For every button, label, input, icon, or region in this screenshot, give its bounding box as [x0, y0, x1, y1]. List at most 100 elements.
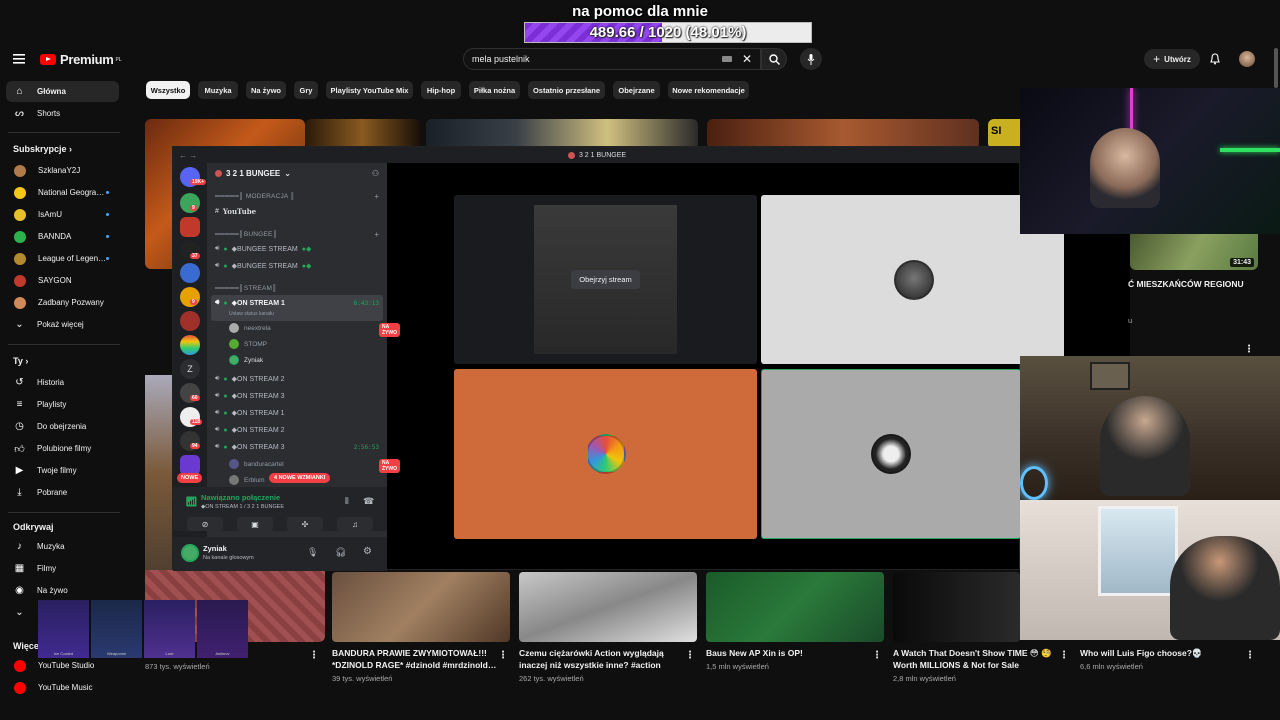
more-options-icon[interactable]: ⋮: [685, 650, 695, 661]
signal-icon[interactable]: 📶︎: [185, 497, 198, 508]
page-scrollbar[interactable]: [1274, 48, 1278, 88]
set-channel-status[interactable]: Ustaw status kanału: [229, 311, 274, 317]
voice-channel[interactable]: 🔊︎ ● ◆ON STREAM 2: [215, 426, 285, 434]
chip-new-recommendations[interactable]: Nowe rekomendacje: [668, 81, 749, 99]
server-icon[interactable]: Z: [180, 359, 200, 379]
sidebar-item-shorts[interactable]: ᔕ Shorts: [6, 103, 119, 124]
chip-recent[interactable]: Ostatnio przesłane: [528, 81, 605, 99]
chip-hiphop[interactable]: Hip-hop: [421, 81, 461, 99]
keyboard-icon[interactable]: [722, 56, 732, 62]
video-thumbnail[interactable]: [332, 572, 510, 642]
clear-icon[interactable]: ✕: [742, 52, 752, 66]
voice-user[interactable]: Zyniak: [229, 355, 263, 365]
sidebar-sub-item[interactable]: SzklanaY2J: [6, 160, 119, 181]
video-title[interactable]: Ć MIESZKAŃCÓW REGIONU: [1128, 278, 1244, 290]
sidebar-item-music[interactable]: ♪ Muzyka: [6, 536, 119, 557]
sidebar-item-home[interactable]: ⌂ Główna: [6, 81, 119, 102]
chip-all[interactable]: Wszystko: [146, 81, 190, 99]
sidebar-item-music-app[interactable]: YouTube Music: [6, 677, 119, 698]
sidebar-item-films[interactable]: ▦ Filmy: [6, 558, 119, 579]
search-button[interactable]: [761, 48, 787, 70]
voice-user[interactable]: neextrela: [229, 323, 271, 333]
chip-games[interactable]: Gry: [294, 81, 318, 99]
more-options-icon[interactable]: ⋮: [498, 650, 508, 661]
create-button[interactable]: + Utwórz: [1144, 49, 1200, 69]
watch-stream-button[interactable]: Obejrzyj stream: [571, 270, 640, 289]
chip-live[interactable]: Na żywo: [246, 81, 286, 99]
sidebar-sub-item[interactable]: National Geogra…: [6, 182, 119, 203]
category-stream[interactable]: ═════║STREAM║: [215, 285, 277, 292]
sidebar-item-downloads[interactable]: ⤓ Pobrane: [6, 482, 119, 503]
voice-user[interactable]: banduracartel: [229, 459, 284, 469]
sidebar-item-studio[interactable]: YouTube Studio: [6, 655, 119, 676]
sidebar-item-history[interactable]: ↺ Historia: [6, 372, 119, 393]
sidebar-sub-item[interactable]: BANNDA: [6, 226, 119, 247]
chip-football[interactable]: Piłka nożna: [469, 81, 520, 99]
video-thumbnail[interactable]: [145, 375, 175, 570]
add-member-icon[interactable]: ⚇: [372, 169, 379, 178]
back-forward-icon[interactable]: ← →: [179, 151, 197, 160]
server-name[interactable]: 3 2 1 BUNGEE ⌄: [215, 169, 291, 178]
chip-watched[interactable]: Obejrzane: [613, 81, 660, 99]
screen-share-button[interactable]: ▣: [237, 517, 273, 531]
sidebar-sub-item[interactable]: SAYGON: [6, 270, 119, 291]
video-thumbnail[interactable]: [706, 572, 884, 642]
sidebar-item-playlists[interactable]: ≡ Playlisty: [6, 394, 119, 415]
more-options-icon[interactable]: ⋮: [872, 650, 882, 661]
video-title[interactable]: Baus New AP Xin is OP!: [706, 647, 866, 659]
video-title[interactable]: Who will Luis Figo choose?💀: [1080, 647, 1240, 659]
server-icon[interactable]: [180, 335, 200, 355]
chip-music[interactable]: Muzyka: [198, 81, 238, 99]
sidebar-sub-item[interactable]: IsAmU: [6, 204, 119, 225]
voice-user[interactable]: STOMP: [229, 339, 267, 349]
more-options-icon[interactable]: ⋮: [309, 650, 319, 661]
voice-channel[interactable]: 🔊︎ ● ◆ON STREAM 1: [215, 409, 285, 417]
user-avatar[interactable]: [181, 544, 199, 562]
notifications-bell-icon[interactable]: [1208, 51, 1222, 67]
voice-channel[interactable]: 🔊︎ ● ◆ON STREAM 3: [215, 443, 285, 451]
server-icon[interactable]: [180, 311, 200, 331]
disconnect-icon[interactable]: ☎: [363, 496, 374, 507]
camera-button[interactable]: ⊘: [187, 517, 223, 531]
show-more-button[interactable]: ⌄ Pokaż więcej: [6, 314, 119, 335]
subscriptions-header[interactable]: Subskrypcje ›: [13, 144, 72, 154]
voice-channel-path[interactable]: ◆ON STREAM 1 / 3 2 1 BUNGEE: [201, 504, 284, 510]
activities-button[interactable]: ✣: [287, 517, 323, 531]
video-thumbnail[interactable]: [519, 572, 697, 642]
settings-gear-icon[interactable]: ⚙: [363, 546, 372, 557]
mic-icon[interactable]: 🎙︎: [307, 547, 318, 558]
youtube-logo[interactable]: Premium PL: [40, 52, 122, 67]
sidebar-item-your-videos[interactable]: ▶ Twoje filmy: [6, 460, 119, 481]
voice-search-button[interactable]: [800, 48, 822, 70]
headphones-icon[interactable]: 🎧︎: [335, 547, 346, 558]
server-icon[interactable]: [180, 217, 200, 237]
more-options-icon[interactable]: ⋮: [1245, 650, 1255, 661]
server-icon[interactable]: [180, 263, 200, 283]
menu-icon[interactable]: [10, 52, 28, 66]
search-box[interactable]: ✕: [463, 48, 761, 70]
voice-channel-active[interactable]: 🔊︎ ● ◆ON STREAM 1: [215, 299, 285, 307]
account-avatar[interactable]: [1239, 51, 1255, 67]
sidebar-sub-item[interactable]: Zadbany Pozwany: [6, 292, 119, 313]
add-channel-icon[interactable]: +: [374, 230, 379, 239]
category-bungee[interactable]: ═════║BUNGEE║: [215, 231, 277, 238]
channel-youtube[interactable]: # YouTube: [215, 207, 256, 216]
sidebar-sub-item[interactable]: League of Legen…: [6, 248, 119, 269]
video-title[interactable]: Czemu ciężarówki Action wyglądają inacze…: [519, 647, 679, 671]
video-title[interactable]: BANDURA PRAWIE ZWYMIOTOWAŁ!!! *DZINOLD R…: [332, 647, 497, 671]
voice-channel[interactable]: 🔊︎ ● ◆BUNGEE STREAM ●◆: [215, 245, 311, 253]
video-thumbnail[interactable]: 31:43: [1130, 234, 1258, 270]
voice-channel[interactable]: 🔊︎ ● ◆ON STREAM 2: [215, 375, 285, 383]
new-mentions-badge[interactable]: 4 NOWE WZMIANKI: [269, 473, 331, 483]
voice-channel[interactable]: 🔊︎ ● ◆BUNGEE STREAM ●◆: [215, 262, 311, 270]
category-moderacja[interactable]: ═════║ MODERACJA ║: [215, 193, 295, 200]
video-title[interactable]: A Watch That Doesn't Show TIME 😳 🧐 Worth…: [893, 647, 1058, 671]
you-header[interactable]: Ty ›: [13, 356, 28, 366]
more-options-icon[interactable]: ⋮: [1244, 344, 1254, 355]
new-badge[interactable]: NOWE: [177, 473, 203, 483]
video-thumbnail[interactable]: [305, 119, 420, 149]
stream-preview-tile[interactable]: Obejrzyj stream: [454, 195, 757, 364]
sidebar-item-live[interactable]: ◉ Na żywo: [6, 580, 119, 601]
more-options-icon[interactable]: ⋮: [1059, 650, 1069, 661]
video-thumbnail[interactable]: [426, 119, 698, 149]
